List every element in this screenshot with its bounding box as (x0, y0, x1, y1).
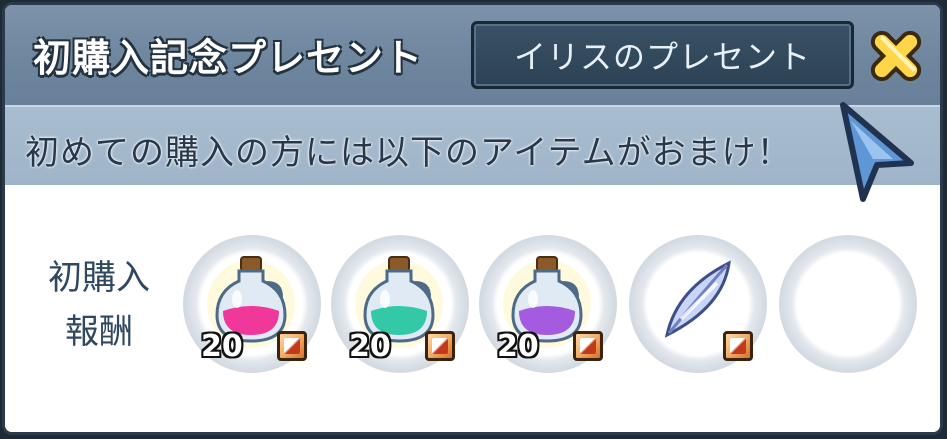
reward-panel: 初購入 報酬 20 20 20 (5, 185, 940, 432)
close-button[interactable] (863, 23, 929, 89)
reward-slot-4[interactable] (629, 235, 767, 373)
item-count: 20 (497, 329, 539, 364)
reward-slot-2[interactable]: 20 (331, 235, 469, 373)
reward-slot-3[interactable]: 20 (479, 235, 617, 373)
title-bar: 初購入記念プレセント イリスのプレセント (5, 5, 940, 105)
reward-label-line1: 初購入 (48, 258, 150, 298)
reward-label-line2: 報酬 (65, 312, 133, 352)
window-title: 初購入記念プレセント (33, 36, 424, 80)
item-badge-icon (425, 331, 455, 361)
first-purchase-window: 初購入記念プレセント イリスのプレセント 初めての購入の方には以下のアイテムがお… (2, 2, 943, 435)
item-badge-icon (277, 331, 307, 361)
mouse-cursor-icon (840, 102, 914, 202)
banner-text: 初めての購入の方には以下のアイテムがおまけ！ (25, 133, 792, 173)
reward-slot-1[interactable]: 20 (183, 235, 321, 373)
item-badge-icon (573, 331, 603, 361)
reward-slot-5[interactable] (779, 235, 917, 373)
x-close-icon (870, 30, 922, 82)
iris-present-button[interactable]: イリスのプレセント (471, 21, 854, 89)
item-count: 20 (349, 329, 391, 364)
reward-label: 初購入 報酬 (29, 251, 169, 359)
item-badge-icon (723, 331, 753, 361)
item-count: 20 (201, 329, 243, 364)
info-banner: 初めての購入の方には以下のアイテムがおまけ！ (5, 105, 940, 185)
